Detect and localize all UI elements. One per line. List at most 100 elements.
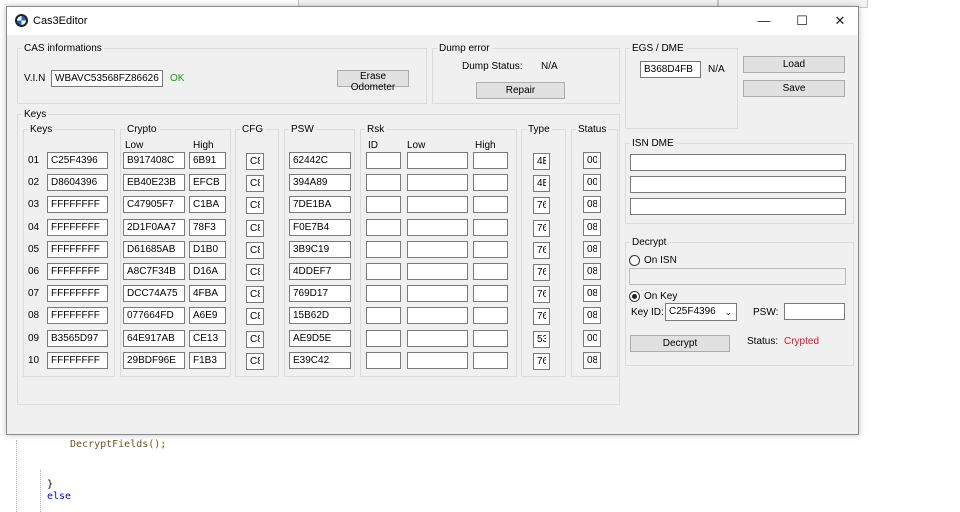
rsk-high-field[interactable] bbox=[473, 263, 508, 280]
crypto-low-field[interactable] bbox=[123, 152, 185, 169]
rsk-high-field[interactable] bbox=[473, 352, 508, 369]
decrypt-button[interactable]: Decrypt bbox=[630, 335, 730, 352]
on-isn-radio[interactable] bbox=[629, 255, 640, 266]
key-id-field[interactable] bbox=[47, 241, 108, 258]
rsk-id-field[interactable] bbox=[366, 352, 401, 369]
rsk-high-field[interactable] bbox=[473, 174, 508, 191]
key-id-field[interactable] bbox=[47, 263, 108, 280]
status-field[interactable] bbox=[583, 330, 601, 347]
psw-field[interactable] bbox=[289, 352, 351, 369]
rsk-low-field[interactable] bbox=[407, 330, 468, 347]
cfg-field[interactable] bbox=[246, 153, 264, 170]
type-field[interactable] bbox=[533, 242, 550, 259]
rsk-low-field[interactable] bbox=[407, 152, 468, 169]
crypto-high-field[interactable] bbox=[189, 263, 226, 280]
psw-field[interactable] bbox=[289, 330, 351, 347]
isn-dme-field-3[interactable] bbox=[630, 198, 846, 215]
rsk-low-field[interactable] bbox=[407, 196, 468, 213]
crypto-high-field[interactable] bbox=[189, 352, 226, 369]
cfg-field[interactable] bbox=[246, 220, 264, 237]
isn-dme-field-1[interactable] bbox=[630, 154, 846, 171]
key-id-field[interactable] bbox=[47, 219, 108, 236]
cfg-field[interactable] bbox=[246, 286, 264, 303]
vin-field[interactable] bbox=[51, 70, 163, 87]
status-field[interactable] bbox=[583, 152, 601, 169]
rsk-low-field[interactable] bbox=[407, 352, 468, 369]
status-field[interactable] bbox=[583, 263, 601, 280]
key-id-field[interactable] bbox=[47, 152, 108, 169]
rsk-high-field[interactable] bbox=[473, 285, 508, 302]
key-id-field[interactable] bbox=[47, 307, 108, 324]
crypto-low-field[interactable] bbox=[123, 285, 185, 302]
crypto-high-field[interactable] bbox=[189, 330, 226, 347]
psw-field[interactable] bbox=[289, 196, 351, 213]
rsk-id-field[interactable] bbox=[366, 174, 401, 191]
rsk-low-field[interactable] bbox=[407, 307, 468, 324]
maximize-button[interactable]: ☐ bbox=[783, 7, 821, 35]
crypto-high-field[interactable] bbox=[189, 152, 226, 169]
on-key-radio[interactable] bbox=[629, 291, 640, 302]
type-field[interactable] bbox=[533, 220, 550, 237]
cfg-field[interactable] bbox=[246, 331, 264, 348]
key-id-field[interactable] bbox=[47, 330, 108, 347]
isn-input[interactable] bbox=[629, 268, 846, 285]
crypto-low-field[interactable] bbox=[123, 241, 185, 258]
rsk-high-field[interactable] bbox=[473, 152, 508, 169]
cfg-field[interactable] bbox=[246, 308, 264, 325]
status-field[interactable] bbox=[583, 174, 601, 191]
rsk-id-field[interactable] bbox=[366, 307, 401, 324]
rsk-low-field[interactable] bbox=[407, 263, 468, 280]
minimize-button[interactable]: — bbox=[745, 7, 783, 35]
type-field[interactable] bbox=[533, 331, 550, 348]
type-field[interactable] bbox=[533, 175, 550, 192]
key-id-field[interactable] bbox=[47, 196, 108, 213]
rsk-high-field[interactable] bbox=[473, 219, 508, 236]
rsk-id-field[interactable] bbox=[366, 241, 401, 258]
title-bar[interactable]: Cas3Editor — ☐ ✕ bbox=[7, 7, 858, 35]
type-field[interactable] bbox=[533, 353, 550, 370]
psw-field[interactable] bbox=[289, 174, 351, 191]
psw-field[interactable] bbox=[289, 152, 351, 169]
repair-button[interactable]: Repair bbox=[476, 82, 565, 99]
crypto-low-field[interactable] bbox=[123, 174, 185, 191]
crypto-low-field[interactable] bbox=[123, 330, 185, 347]
rsk-high-field[interactable] bbox=[473, 330, 508, 347]
crypto-high-field[interactable] bbox=[189, 174, 226, 191]
rsk-id-field[interactable] bbox=[366, 285, 401, 302]
cfg-field[interactable] bbox=[246, 242, 264, 259]
status-field[interactable] bbox=[583, 196, 601, 213]
type-field[interactable] bbox=[533, 264, 550, 281]
crypto-low-field[interactable] bbox=[123, 352, 185, 369]
crypto-low-field[interactable] bbox=[123, 307, 185, 324]
save-button[interactable]: Save bbox=[743, 80, 845, 97]
crypto-high-field[interactable] bbox=[189, 285, 226, 302]
rsk-id-field[interactable] bbox=[366, 219, 401, 236]
cfg-field[interactable] bbox=[246, 175, 264, 192]
psw-input[interactable] bbox=[784, 303, 845, 320]
psw-field[interactable] bbox=[289, 285, 351, 302]
cfg-field[interactable] bbox=[246, 353, 264, 370]
crypto-low-field[interactable] bbox=[123, 263, 185, 280]
rsk-low-field[interactable] bbox=[407, 241, 468, 258]
cfg-field[interactable] bbox=[246, 197, 264, 214]
type-field[interactable] bbox=[533, 286, 550, 303]
psw-field[interactable] bbox=[289, 263, 351, 280]
crypto-high-field[interactable] bbox=[189, 241, 226, 258]
rsk-high-field[interactable] bbox=[473, 196, 508, 213]
status-field[interactable] bbox=[583, 241, 601, 258]
rsk-id-field[interactable] bbox=[366, 330, 401, 347]
rsk-high-field[interactable] bbox=[473, 307, 508, 324]
crypto-low-field[interactable] bbox=[123, 196, 185, 213]
type-field[interactable] bbox=[533, 308, 550, 325]
rsk-id-field[interactable] bbox=[366, 196, 401, 213]
rsk-high-field[interactable] bbox=[473, 241, 508, 258]
isn-dme-field-2[interactable] bbox=[630, 176, 846, 193]
crypto-high-field[interactable] bbox=[189, 219, 226, 236]
crypto-high-field[interactable] bbox=[189, 307, 226, 324]
status-field[interactable] bbox=[583, 352, 601, 369]
load-button[interactable]: Load bbox=[743, 56, 845, 73]
egs-dme-field[interactable] bbox=[640, 61, 701, 78]
rsk-low-field[interactable] bbox=[407, 285, 468, 302]
status-field[interactable] bbox=[583, 307, 601, 324]
type-field[interactable] bbox=[533, 153, 550, 170]
